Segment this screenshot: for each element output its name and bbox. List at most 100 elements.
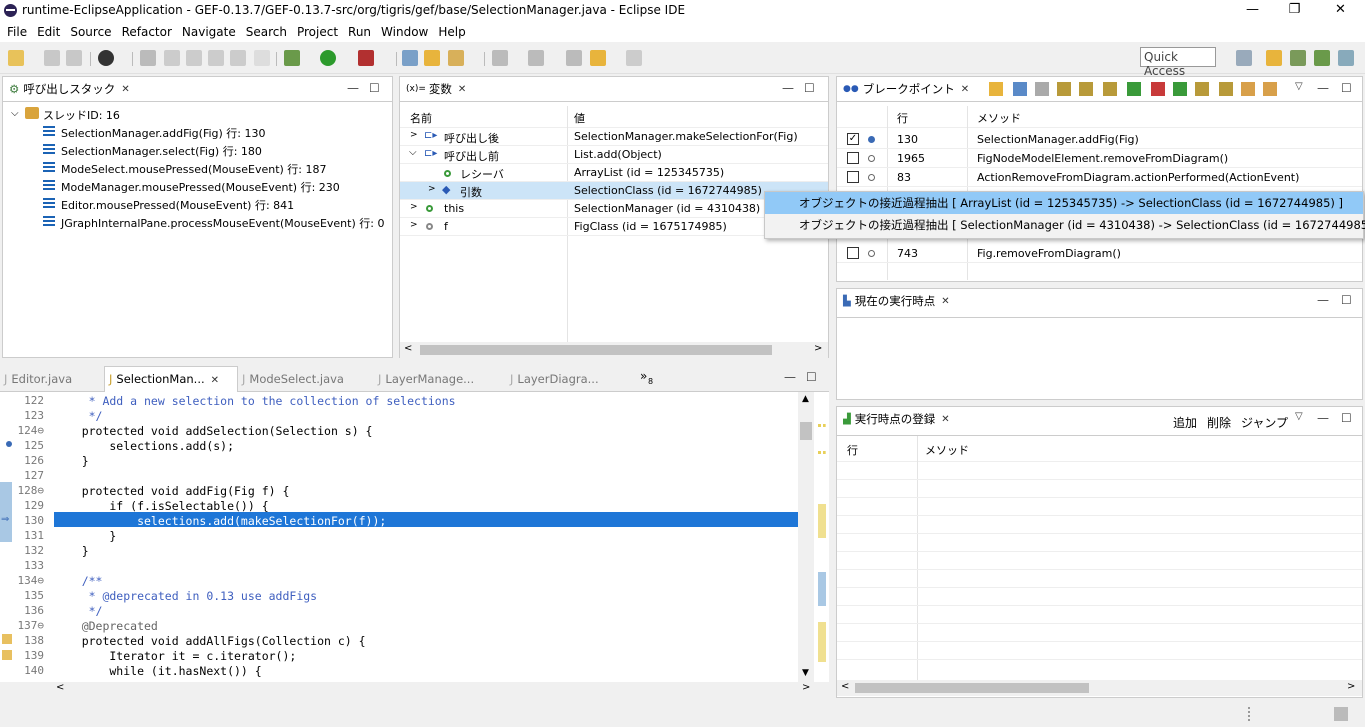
close-icon[interactable]: ✕ xyxy=(211,375,219,386)
menu-run[interactable]: Run xyxy=(343,25,376,39)
search-icon[interactable] xyxy=(448,50,464,66)
stack-frame[interactable]: ModeManager.mousePressed(MouseEvent) 行: … xyxy=(43,179,340,195)
scroll-up-icon[interactable]: ▲ xyxy=(802,394,809,404)
save-icon[interactable] xyxy=(44,50,60,66)
scroll-thumb[interactable] xyxy=(855,683,1089,693)
occurrence-marks[interactable] xyxy=(818,622,826,662)
resume-icon[interactable] xyxy=(1173,82,1187,96)
forward-icon[interactable] xyxy=(626,50,642,66)
chevron-right-icon[interactable]: > xyxy=(410,130,418,140)
close-icon[interactable]: ✕ xyxy=(458,84,466,95)
vertical-scrollbar[interactable]: ▲ ▼ xyxy=(798,392,814,682)
maximize-view-icon[interactable]: ☐ xyxy=(369,81,380,95)
skip-breakpoints-icon[interactable] xyxy=(140,50,156,66)
minimize-view-icon[interactable]: — xyxy=(1317,293,1329,307)
menu-project[interactable]: Project xyxy=(292,25,343,39)
back-icon[interactable] xyxy=(1127,82,1141,96)
minimize-view-icon[interactable]: — xyxy=(1317,411,1329,425)
menu-item-extract-approach-2[interactable]: オブジェクトの接近過程抽出 [ SelectionManager (id = 4… xyxy=(765,214,1365,236)
java-perspective-icon[interactable] xyxy=(1266,50,1282,66)
breakpoint-row[interactable]: 83 ActionRemoveFromDiagram.actionPerform… xyxy=(837,168,1362,187)
breakpoint-checkbox[interactable]: ✓ xyxy=(847,133,859,145)
delete-button[interactable]: 削除 xyxy=(1207,414,1231,431)
tab-editor-java[interactable]: J Editor.java xyxy=(4,372,72,386)
step-over-icon[interactable] xyxy=(1079,82,1093,96)
column-line[interactable]: 行 xyxy=(897,110,908,126)
scroll-thumb[interactable] xyxy=(800,422,812,440)
scroll-right-icon[interactable]: > xyxy=(802,682,810,693)
scroll-left-icon[interactable]: < xyxy=(404,343,412,354)
step-return-icon[interactable] xyxy=(1103,82,1117,96)
column-value[interactable]: 値 xyxy=(574,110,585,126)
previous-annotation-icon[interactable] xyxy=(528,50,544,66)
tab-execution-point-registry[interactable]: ▟ 実行時点の登録 ✕ xyxy=(837,407,956,431)
tab-layer-manager[interactable]: J LayerManage... xyxy=(378,372,474,386)
new-java-project-icon[interactable] xyxy=(402,50,418,66)
step-into-icon[interactable] xyxy=(1057,82,1071,96)
minimize-button[interactable]: — xyxy=(1230,0,1275,22)
profile-icon[interactable] xyxy=(98,50,114,66)
breakpoint-row[interactable]: 1965 FigNodeModelElement.removeFromDiagr… xyxy=(837,149,1362,168)
tab-breakpoints[interactable]: ●● ブレークポイント ✕ xyxy=(837,77,976,101)
scroll-right-icon[interactable]: > xyxy=(1347,681,1355,692)
occurrence-marks[interactable] xyxy=(818,572,826,606)
close-button[interactable]: ✕ xyxy=(1318,0,1363,22)
column-method[interactable]: メソッド xyxy=(925,442,969,458)
tab-layer-diagram[interactable]: J LayerDiagra... xyxy=(510,372,599,386)
column-method[interactable]: メソッド xyxy=(977,110,1021,126)
scroll-down-icon[interactable]: ▼ xyxy=(802,668,809,678)
step-icon[interactable] xyxy=(164,50,180,66)
debug-icon[interactable] xyxy=(284,50,300,66)
scroll-right-icon[interactable]: > xyxy=(814,343,822,354)
menu-item-extract-approach-1[interactable]: オブジェクトの接近過程抽出 [ ArrayList (id = 12534573… xyxy=(765,192,1363,214)
menu-file[interactable]: File xyxy=(2,25,32,39)
breakpoint-checkbox[interactable] xyxy=(847,152,859,164)
column-name[interactable]: 名前 xyxy=(410,110,432,126)
debug-perspective-icon[interactable] xyxy=(1314,50,1330,66)
scroll-thumb[interactable] xyxy=(420,345,772,355)
maximize-view-icon[interactable]: ☐ xyxy=(806,370,817,384)
close-icon[interactable]: ✕ xyxy=(121,84,129,95)
close-icon[interactable]: ✕ xyxy=(941,296,949,307)
link-icon[interactable] xyxy=(1013,82,1027,96)
open-type-icon[interactable] xyxy=(424,50,440,66)
next-annotation-icon[interactable] xyxy=(492,50,508,66)
import-breakpoints-icon[interactable] xyxy=(989,82,1003,96)
git-perspective-icon[interactable] xyxy=(1290,50,1306,66)
chevron-down-icon[interactable]: ⌵ xyxy=(409,147,417,158)
skip-all-icon[interactable] xyxy=(1035,82,1049,96)
step-back-icon[interactable] xyxy=(1219,82,1233,96)
stack-frame[interactable]: JGraphInternalPane.processMouseEvent(Mou… xyxy=(43,215,384,231)
layout-perspective-icon[interactable] xyxy=(1338,50,1354,66)
stack-frame[interactable]: SelectionManager.select(Fig) 行: 180 xyxy=(43,143,262,159)
paragraph-icon[interactable] xyxy=(254,50,270,66)
view-menu-icon[interactable]: ▽ xyxy=(1295,411,1303,422)
progress-icon[interactable] xyxy=(1334,707,1348,721)
tab-mode-select[interactable]: J ModeSelect.java xyxy=(242,372,344,386)
horizontal-scrollbar[interactable]: < > xyxy=(837,680,1362,696)
back-icon[interactable] xyxy=(590,50,606,66)
menu-edit[interactable]: Edit xyxy=(32,25,65,39)
minimize-view-icon[interactable]: — xyxy=(347,81,359,95)
maximize-view-icon[interactable]: ☐ xyxy=(1341,411,1352,425)
breakpoint-row[interactable]: ✓ 130 SelectionManager.addFig(Fig) xyxy=(837,130,1362,149)
tab-call-stack[interactable]: ⚙ 呼び出しスタック ✕ xyxy=(3,77,136,101)
stop-icon[interactable] xyxy=(1151,82,1165,96)
minimize-view-icon[interactable]: — xyxy=(782,81,794,95)
menu-window[interactable]: Window xyxy=(376,25,433,39)
use-step-filters-icon[interactable] xyxy=(208,50,224,66)
chevron-down-icon[interactable]: ⌵ xyxy=(11,108,19,119)
scroll-left-icon[interactable]: < xyxy=(56,682,64,693)
maximize-view-icon[interactable]: ☐ xyxy=(1341,293,1352,307)
horizontal-scrollbar[interactable]: < > xyxy=(400,342,828,358)
tab-current-execution-point[interactable]: ▙ 現在の実行時点 ✕ xyxy=(837,289,956,313)
menu-refactor[interactable]: Refactor xyxy=(117,25,177,39)
save-all-icon[interactable] xyxy=(66,50,82,66)
jump-icon[interactable] xyxy=(1263,82,1277,96)
occurrence-marks[interactable] xyxy=(818,504,826,538)
menu-source[interactable]: Source xyxy=(65,25,116,39)
external-tools-icon[interactable] xyxy=(358,50,374,66)
tab-selection-manager[interactable]: J SelectionMan... ✕ xyxy=(104,366,238,392)
tab-variables[interactable]: (x)= 変数 ✕ xyxy=(400,77,473,101)
menu-search[interactable]: Search xyxy=(241,25,292,39)
